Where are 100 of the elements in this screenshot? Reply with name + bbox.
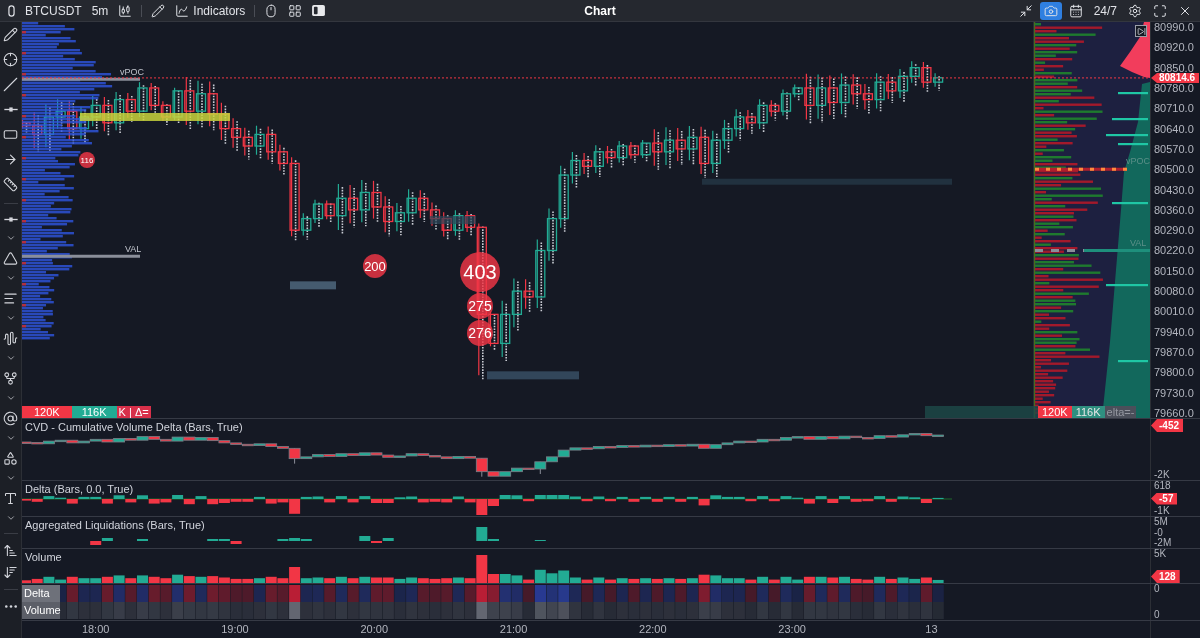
price-label: 80710.0 [1154,103,1194,114]
horizontal-line-icon [3,107,18,112]
indicator-title: Aggregated Liquidations (Bars, True) [25,519,205,531]
volume-bubble: 275 [467,293,493,319]
axis-label: 5K [1154,549,1167,559]
price-label: 80920.0 [1154,42,1194,53]
timeframe-button[interactable]: 5m [87,1,113,20]
shapes-icon [3,450,18,466]
poc-label: vPOC [120,67,144,78]
text-icon [3,490,18,506]
time-label: 19:00 [221,623,249,636]
axis-label: 0 [1154,610,1160,620]
price-label: 79730.0 [1154,387,1194,398]
heatmap-row-label: Volume [22,602,60,619]
time-label: 13 [925,623,938,636]
pencil-icon [151,3,166,18]
price-label: 80990.0 [1154,22,1194,32]
price-label: 80010.0 [1154,306,1194,317]
axis-label: -2M [1154,538,1172,548]
time-label: 23:00 [778,623,806,636]
axis-label: -1K [1154,506,1170,516]
axis-label: 0 [1154,584,1160,594]
chevron-down-icon [5,233,16,243]
last-value-tag: -57 [1151,492,1178,505]
axis-label: -2K [1154,470,1170,480]
heatmap-row-label: Delta [22,585,60,602]
symbol-button[interactable]: BTCUSDT [21,1,86,20]
triangle-icon [3,250,18,266]
price-label: 80780.0 [1154,82,1194,93]
capsule-icon [8,4,15,17]
price-label: 80360.0 [1154,204,1194,215]
sell-volume-label: 120K [22,406,72,418]
time-label: 22:00 [639,623,667,636]
chevron-down-icon [5,353,16,363]
price-label: 80570.0 [1154,143,1194,154]
chevron-down-icon [5,393,16,403]
indicator-title: Delta (Bars, 0.0, True) [25,483,134,495]
delta-volume-label: elta=- [1104,406,1137,418]
chart-icon [175,3,190,18]
price-label: 80640.0 [1154,123,1194,134]
value-area-label: VAL [1130,237,1147,248]
price-label: 80850.0 [1154,62,1194,73]
buy-volume-label: 116K [71,406,117,418]
price-label: 79940.0 [1154,326,1194,337]
layout-icon [288,3,303,18]
chevron-down-icon [5,473,16,483]
sell-volume-label: 120K [1038,406,1072,418]
rectangle-icon [3,127,18,142]
poc-label: vPOC [1126,156,1150,167]
settings-icon [1128,3,1142,18]
price-label: 80220.0 [1154,245,1194,256]
current-price-tag: 80814.6 [1151,72,1200,83]
indicators-button[interactable]: Indicators [171,1,250,20]
delta-volume-label: K | Δ= [116,406,151,418]
chevron-down-icon [5,513,16,523]
price-label: 80150.0 [1154,265,1194,276]
camera-button[interactable] [1039,1,1062,20]
collapse-icon [1018,3,1033,18]
volume-bubble: 403 [460,252,500,292]
chevron-down-icon [5,433,16,443]
fork-icon [3,370,18,386]
arrow-icon [3,152,18,167]
axis-label: 5M [1154,517,1168,527]
price-label: 80080.0 [1154,286,1194,297]
price-label: 79870.0 [1154,347,1194,357]
calendar-icon [1068,3,1083,18]
axis-label: 618 [1154,481,1171,491]
time-label: 21:00 [499,623,528,636]
volume-bubble: 200 [363,254,387,278]
price-label: 79660.0 [1154,407,1194,418]
chevron-down-icon [5,313,16,323]
horizontal-line-icon [3,216,18,222]
skip-forward-icon [1136,26,1146,36]
indicator-title: CVD - Cumulative Volume Delta (Bars, True) [25,421,243,433]
camera-icon [1043,3,1058,18]
last-value-tag: 128 [1151,570,1180,583]
chevron-down-icon [5,273,16,283]
volume-bubble: 276 [467,320,493,346]
time-label: 20:00 [360,623,388,636]
crosshair-icon [3,52,18,67]
sort-ascending-icon [3,542,18,558]
value-area-label: VAL [125,244,142,255]
ruler-icon [3,177,18,192]
more-icon [4,604,17,608]
sort-descending-icon [3,564,18,580]
line-icon [3,77,18,92]
scroll-to-end-button[interactable] [1135,25,1147,37]
axis-label: -0 [1154,527,1163,538]
candlestick-icon [118,3,133,18]
pencil-icon [3,27,18,42]
time-label: 18:00 [81,623,110,636]
mouse-icon [264,3,279,18]
price-label: 80430.0 [1154,184,1194,195]
buy-volume-label: 116K [1071,406,1105,418]
indicator-title: Volume [25,551,62,563]
price-level-band [430,216,476,225]
volume-bubble: 116 [79,152,95,168]
session-button[interactable]: 24/7 [1089,1,1121,20]
price-label: 79800.0 [1154,367,1194,378]
price-level-band [290,281,336,290]
